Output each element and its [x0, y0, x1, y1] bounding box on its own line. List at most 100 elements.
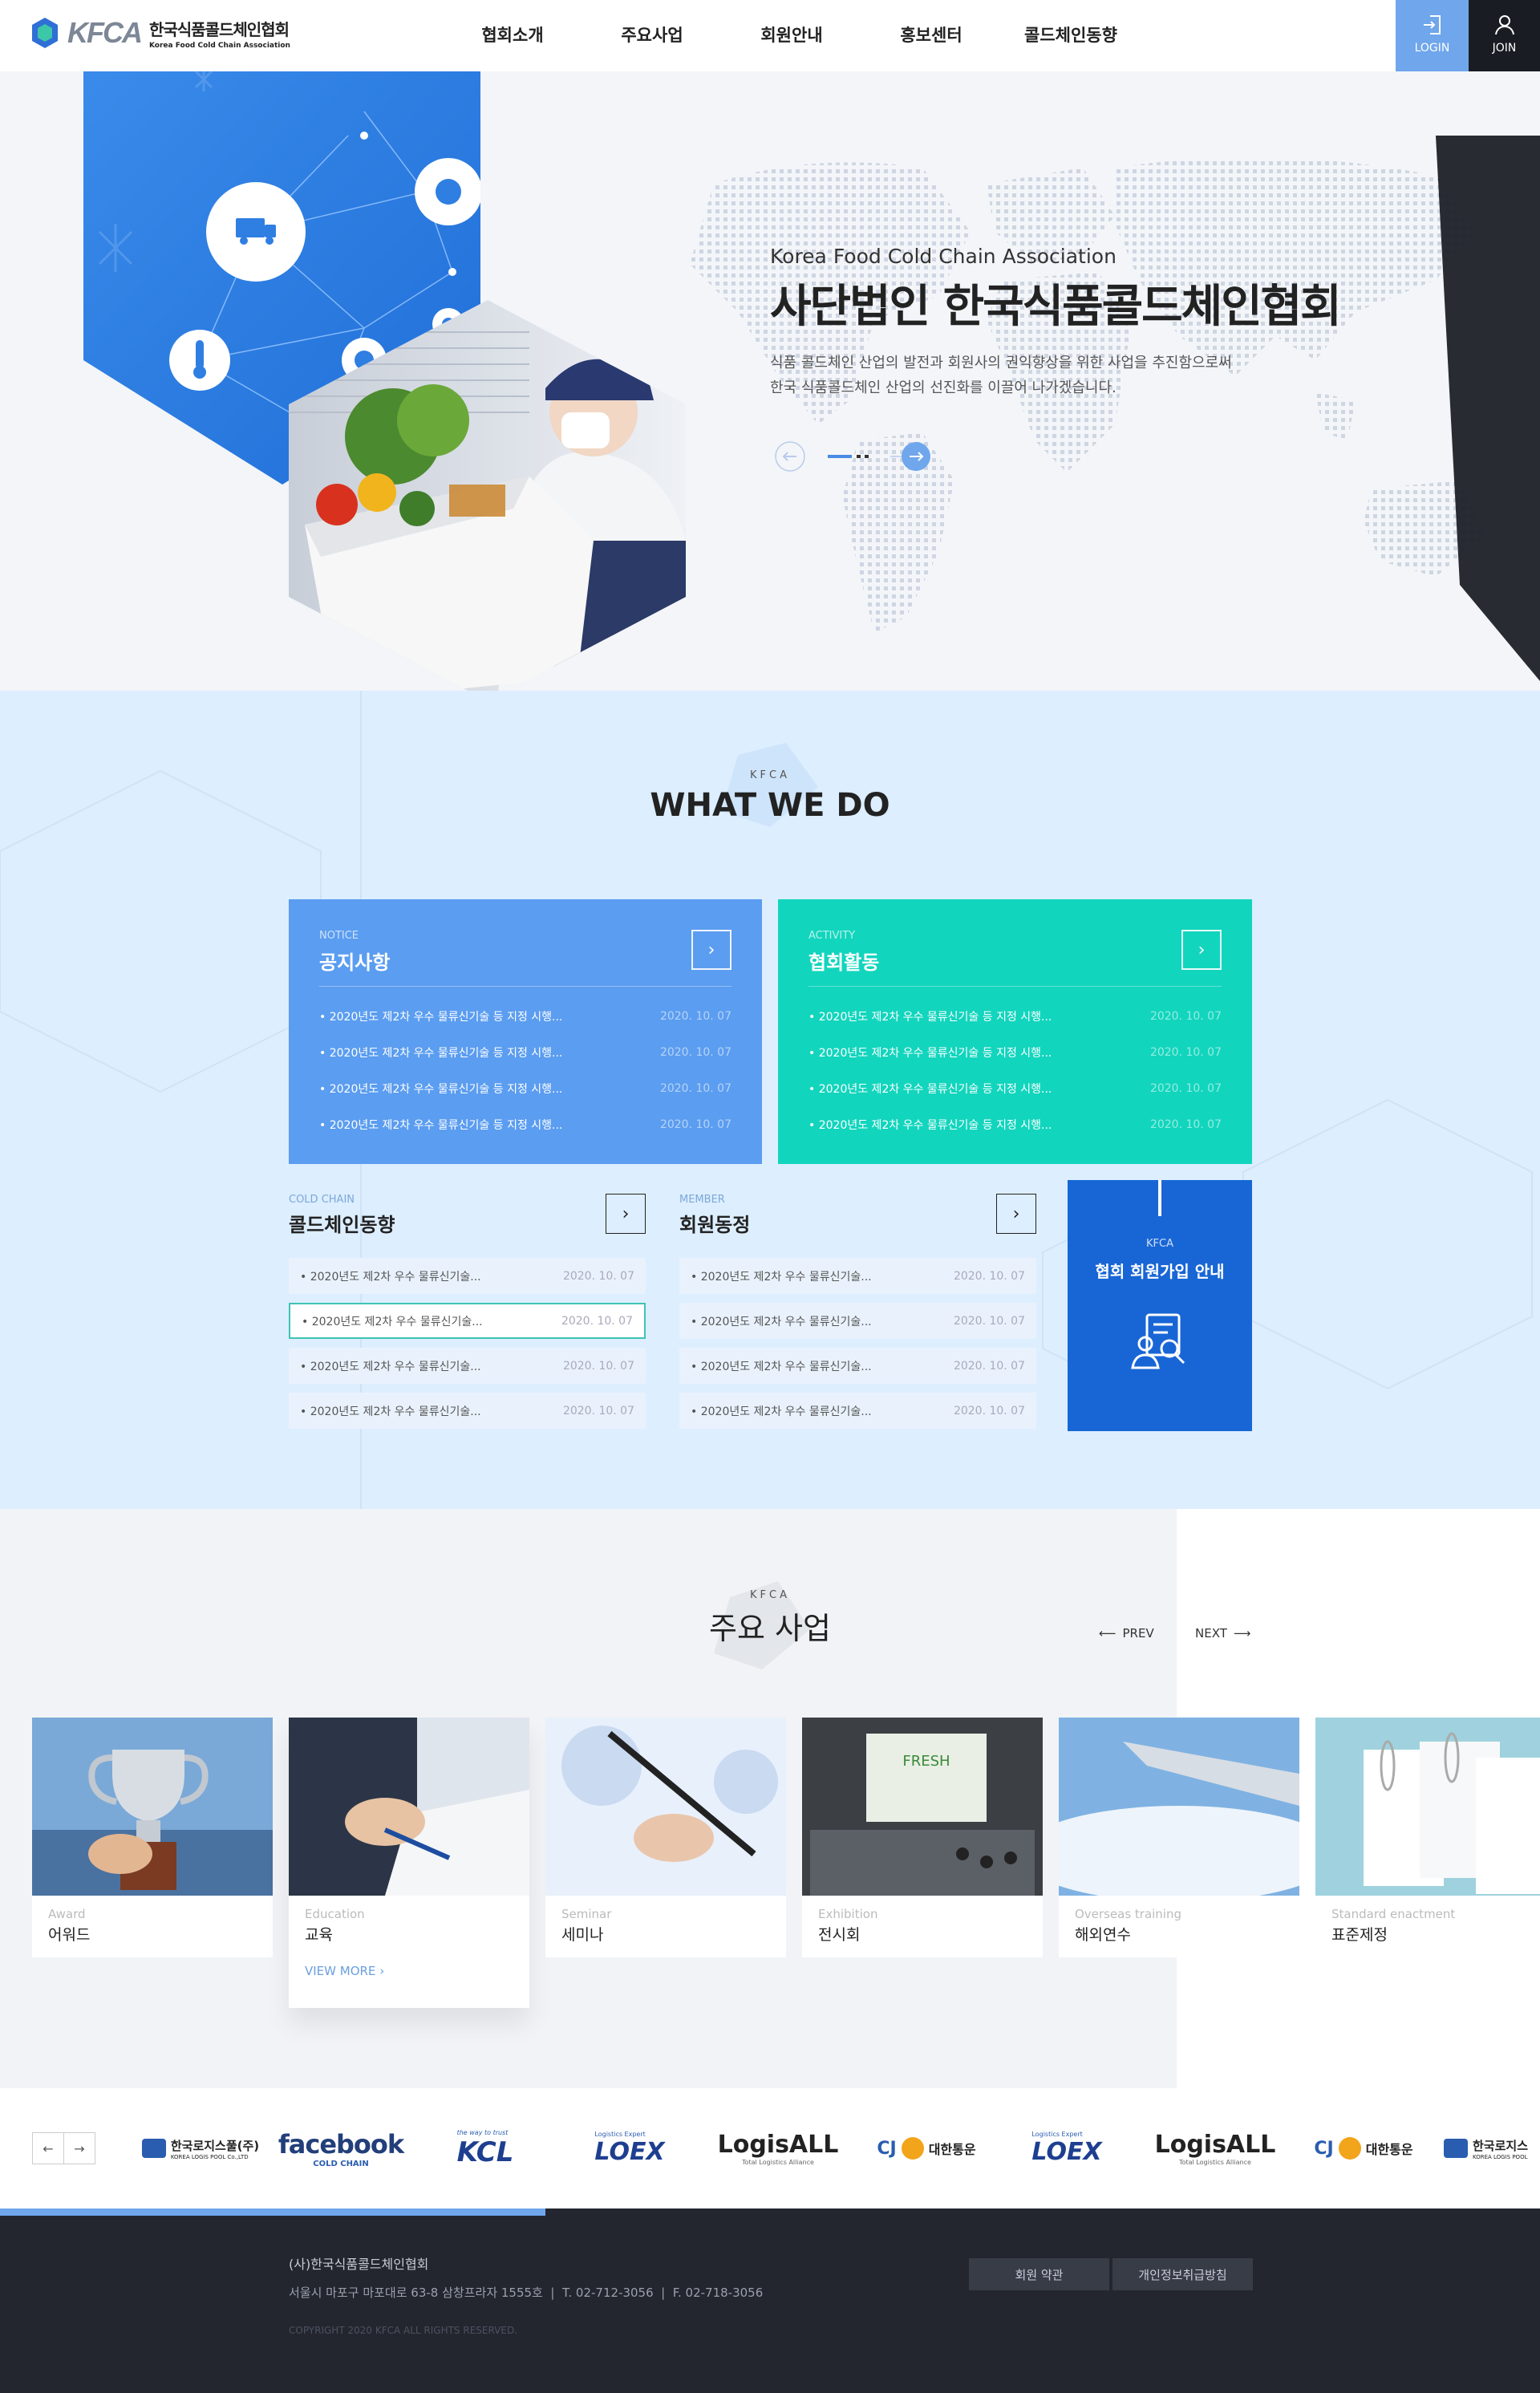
logispool-mark-icon [1444, 2139, 1468, 2158]
partner-logo[interactable]: Logistics Expert LOEX [578, 2124, 682, 2172]
list-item[interactable]: • 2020년도 제2차 우수 물류신기술 등 지정 시행... 2020. 10… [808, 1034, 1222, 1070]
logo-brand: KFCA [67, 16, 143, 49]
partner-logo[interactable]: 한국로지스 KOREA LOGIS POOL [1444, 2124, 1540, 2172]
hero-section: Korea Food Cold Chain Association 사단법인 한… [0, 71, 1540, 691]
partner-logo[interactable]: 한국로지스풀(주) KOREA LOGIS POOL Co.,LTD [132, 2124, 269, 2172]
join-label: JOIN [1492, 42, 1517, 55]
card-english-label: Award [48, 1907, 86, 1921]
nav-item-membership[interactable]: 회원안내 [722, 0, 861, 71]
partner-logo[interactable]: LogisALL Total Logistics Alliance [1151, 2124, 1279, 2172]
login-button[interactable]: LOGIN [1396, 0, 1469, 71]
slider-next-button[interactable] [890, 442, 930, 471]
partner-logo[interactable]: CJ 대한통운 [866, 2124, 987, 2172]
nav-item-pr-center[interactable]: 홍보센터 [861, 0, 1001, 71]
partner-logo[interactable]: CJ 대한통운 [1303, 2124, 1424, 2172]
partner-logo[interactable]: Logistics Expert LOEX [1015, 2124, 1119, 2172]
partner-logo[interactable]: LogisALL Total Logistics Alliance [714, 2124, 842, 2172]
business-card-education[interactable]: Education 교육 VIEW MORE › [289, 1718, 529, 2008]
member-more-button[interactable]: › [996, 1194, 1036, 1234]
section-tag: KFCA [750, 769, 790, 781]
list-item[interactable]: • 2020년도 제2차 우수 물류신기술... 2020. 10. 07 [289, 1348, 646, 1384]
activity-list: • 2020년도 제2차 우수 물류신기술 등 지정 시행... 2020. 10… [808, 986, 1222, 1142]
card-title: 해외연수 [1075, 1926, 1131, 1944]
list-item[interactable]: • 2020년도 제2차 우수 물류신기술... 2020. 10. 07 [679, 1393, 1036, 1429]
paper-clips-photo [1315, 1718, 1540, 1896]
notice-more-button[interactable]: › [691, 930, 732, 970]
list-item-active[interactable]: • 2020년도 제2차 우수 물류신기술... 2020. 10. 07 [289, 1303, 646, 1339]
list-item[interactable]: • 2020년도 제2차 우수 물류신기술 등 지정 시행... 2020. 10… [319, 998, 732, 1034]
footer-accent-bar [0, 2208, 545, 2216]
signing-document-photo [289, 1718, 529, 1896]
svg-text:FRESH: FRESH [902, 1753, 950, 1770]
panel-tag: COLD CHAIN [289, 1194, 355, 1206]
membership-join-card[interactable]: KFCA 협회 회원가입 안내 [1068, 1180, 1252, 1431]
logo-english-name: Korea Food Cold Chain Association [148, 41, 290, 50]
arrow-left-icon: ← [43, 2140, 54, 2156]
microphone-photo [545, 1718, 786, 1896]
card-title: 협회 회원가입 안내 [1095, 1262, 1225, 1281]
login-label: LOGIN [1414, 42, 1450, 55]
delivery-worker-photo [289, 300, 686, 691]
business-next-button[interactable]: NEXT ⟶ [1195, 1626, 1250, 1641]
card-title: 전시회 [818, 1926, 861, 1944]
member-document-icon [1131, 1313, 1185, 1369]
activity-panel: ACTIVITY 협회활동 › • 2020년도 제2차 우수 물류신기술 등 … [778, 899, 1252, 1164]
partner-logo[interactable]: the way to trust KCL [425, 2124, 545, 2172]
footer-copyright: COPYRIGHT 2020 KFCA ALL RIGHTS RESERVED. [289, 2325, 517, 2336]
list-item[interactable]: • 2020년도 제2차 우수 물류신기술 등 지정 시행... 2020. 10… [319, 1070, 732, 1106]
panel-tag: NOTICE [319, 930, 359, 942]
slider-prev-button[interactable] [775, 441, 805, 472]
hero-title: 사단법인 한국식품콜드체인협회 [770, 281, 1342, 333]
list-item[interactable]: • 2020년도 제2차 우수 물류신기술 등 지정 시행... 2020. 10… [808, 1070, 1222, 1106]
card-english-label: Seminar [561, 1907, 612, 1921]
panel-title: 콜드체인동향 [289, 1214, 395, 1236]
card-english-label: Exhibition [818, 1907, 878, 1921]
business-card-award[interactable]: Award 어워드 [32, 1718, 273, 1957]
list-item[interactable]: • 2020년도 제2차 우수 물류신기술... 2020. 10. 07 [289, 1393, 646, 1429]
activity-more-button[interactable]: › [1181, 930, 1222, 970]
site-logo[interactable]: KFCA 한국식품콜드체인협회 Korea Food Cold Chain As… [30, 16, 290, 50]
partners-next-button[interactable]: → [63, 2132, 95, 2164]
chevron-right-icon: › [1198, 939, 1206, 960]
section-title: 주요 사업 [709, 1611, 831, 1646]
terms-button[interactable]: 회원 약관 [969, 2258, 1109, 2290]
chevron-right-icon: › [1012, 1203, 1020, 1224]
join-button[interactable]: JOIN [1469, 0, 1540, 71]
card-english-label: Standard enactment [1331, 1907, 1456, 1921]
nav-item-business[interactable]: 주요사업 [582, 0, 722, 71]
member-panel: MEMBER 회원동정 › • 2020년도 제2차 우수 물류신기술... 20… [679, 1194, 1036, 1434]
business-card-overseas-training[interactable]: Overseas training 해외연수 [1059, 1718, 1299, 1957]
business-card-exhibition[interactable]: FRESH Exhibition 전시회 [802, 1718, 1043, 1957]
business-card-standard[interactable]: Standard enactment 표준제정 [1315, 1718, 1540, 1957]
chevron-right-icon: › [379, 1964, 385, 1978]
logo-korean-name: 한국식품콜드체인협회 [148, 19, 290, 39]
list-item[interactable]: • 2020년도 제2차 우수 물류신기술... 2020. 10. 07 [289, 1258, 646, 1294]
list-item[interactable]: • 2020년도 제2차 우수 물류신기술... 2020. 10. 07 [679, 1348, 1036, 1384]
card-tag: KFCA [1146, 1238, 1173, 1250]
privacy-policy-button[interactable]: 개인정보취급방침 [1112, 2258, 1253, 2290]
coldchain-more-button[interactable]: › [606, 1194, 646, 1234]
panel-tag: ACTIVITY [808, 930, 856, 942]
partners-prev-button[interactable]: ← [32, 2132, 64, 2164]
arrow-right-icon: → [74, 2140, 85, 2156]
hero-description: 식품 콜드체인 산업의 발전과 회원사의 권익향상을 위한 사업을 추진함으로써… [770, 351, 1232, 400]
slider-indicator[interactable] [857, 455, 861, 458]
list-item[interactable]: • 2020년도 제2차 우수 물류신기술 등 지정 시행... 2020. 10… [319, 1106, 732, 1142]
logispool-mark-icon [141, 2139, 166, 2158]
list-item[interactable]: • 2020년도 제2차 우수 물류신기술 등 지정 시행... 2020. 10… [319, 1034, 732, 1070]
slider-indicator-active[interactable] [828, 455, 852, 458]
section-title: WHAT WE DO [650, 787, 890, 824]
nav-item-about[interactable]: 협회소개 [443, 0, 582, 71]
list-item[interactable]: • 2020년도 제2차 우수 물류신기술... 2020. 10. 07 [679, 1303, 1036, 1339]
nav-item-coldchain-trends[interactable]: 콜드체인동향 [1001, 0, 1141, 71]
partner-logo[interactable]: facebook COLD CHAIN [278, 2124, 404, 2172]
business-prev-button[interactable]: ⟵ PREV [1099, 1626, 1154, 1641]
business-card-seminar[interactable]: Seminar 세미나 [545, 1718, 786, 1957]
list-item[interactable]: • 2020년도 제2차 우수 물류신기술 등 지정 시행... 2020. 10… [808, 998, 1222, 1034]
slider-indicator[interactable] [865, 455, 869, 458]
arrow-left-icon: ⟵ [1099, 1626, 1116, 1641]
view-more-link[interactable]: VIEW MORE › [305, 1964, 513, 1978]
logo-mark-icon [30, 16, 59, 50]
list-item[interactable]: • 2020년도 제2차 우수 물류신기술 등 지정 시행... 2020. 10… [808, 1106, 1222, 1142]
list-item[interactable]: • 2020년도 제2차 우수 물류신기술... 2020. 10. 07 [679, 1258, 1036, 1294]
